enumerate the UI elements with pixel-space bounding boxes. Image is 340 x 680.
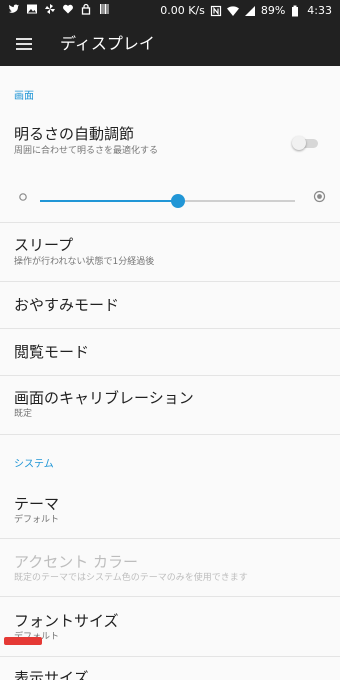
screen-calibration-subtitle: 既定 bbox=[14, 409, 33, 419]
image-icon bbox=[27, 4, 37, 14]
signal-icon bbox=[244, 6, 255, 16]
app-bar: ディスプレイ bbox=[0, 22, 340, 66]
auto-brightness-toggle[interactable] bbox=[292, 136, 320, 150]
brightness-low-icon bbox=[19, 193, 27, 201]
accent-color-title: アクセント カラー bbox=[14, 553, 139, 571]
nfc-icon bbox=[210, 5, 221, 17]
status-bar: 0.00 K/s 89% 4:33 bbox=[0, 0, 340, 22]
section-header-system: システム bbox=[14, 459, 54, 470]
barcode-icon bbox=[100, 4, 109, 14]
slider-knob[interactable] bbox=[171, 194, 185, 208]
notification-icons bbox=[8, 3, 110, 15]
page-title: ディスプレイ bbox=[60, 34, 155, 53]
watermark-badge bbox=[4, 637, 42, 645]
brightness-high-icon bbox=[313, 190, 326, 203]
hamburger-menu-icon[interactable] bbox=[14, 35, 34, 53]
divider bbox=[0, 434, 340, 435]
clock: 4:33 bbox=[307, 4, 332, 17]
sleep-subtitle: 操作が行われない状態で1分経過後 bbox=[14, 257, 155, 267]
wifi-icon bbox=[226, 6, 239, 17]
auto-brightness-subtitle: 周囲に合わせて明るさを最適化する bbox=[14, 146, 159, 156]
settings-list: 画面 明るさの自動調節 周囲に合わせて明るさを最適化する スリープ 操作が行われ… bbox=[0, 66, 340, 680]
pinwheel-icon bbox=[45, 4, 55, 14]
system-status: 0.00 K/s 89% 4:33 bbox=[160, 4, 332, 18]
auto-brightness-title: 明るさの自動調節 bbox=[14, 125, 135, 143]
divider bbox=[0, 538, 340, 539]
theme-title: テーマ bbox=[14, 495, 60, 513]
network-speed: 0.00 K/s bbox=[160, 4, 205, 17]
battery-icon bbox=[292, 5, 299, 17]
reading-mode-title: 閲覧モード bbox=[14, 343, 90, 361]
brightness-slider[interactable] bbox=[40, 191, 295, 211]
theme-subtitle: デフォルト bbox=[14, 515, 60, 525]
section-header-screen: 画面 bbox=[14, 91, 34, 102]
screen-calibration-title: 画面のキャリブレーション bbox=[14, 389, 194, 407]
slider-fill bbox=[40, 200, 178, 202]
heart-icon bbox=[63, 4, 73, 14]
lock-icon bbox=[81, 3, 91, 15]
sleep-title: スリープ bbox=[14, 236, 74, 254]
display-size-title: 表示サイズ bbox=[14, 669, 89, 680]
night-mode-title: おやすみモード bbox=[14, 296, 120, 314]
font-size-title: フォントサイズ bbox=[14, 612, 119, 630]
twitter-icon bbox=[8, 4, 19, 13]
accent-color-subtitle: 既定のテーマではシステム色のテーマのみを使用できます bbox=[14, 573, 248, 583]
battery-percent: 89% bbox=[260, 4, 286, 17]
toggle-thumb bbox=[292, 136, 306, 150]
